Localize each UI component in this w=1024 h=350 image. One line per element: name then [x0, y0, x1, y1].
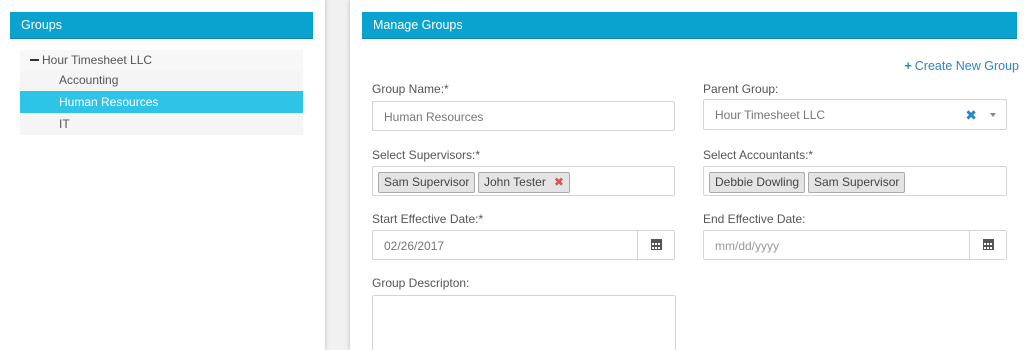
- groups-panel: Groups Hour Timesheet LLC Accounting Hum…: [0, 0, 325, 350]
- supervisor-tag[interactable]: John Tester ✖: [478, 172, 570, 193]
- accountant-tag-label: Sam Supervisor: [814, 175, 900, 189]
- calendar-icon: [983, 239, 994, 250]
- end-date-input[interactable]: mm/dd/yyyy: [703, 230, 1007, 260]
- accountant-tag-label: Debbie Dowling: [715, 175, 800, 189]
- manage-groups-panel: Manage Groups + Create New Group Group Na…: [350, 0, 1024, 350]
- supervisor-tag[interactable]: Sam Supervisor: [378, 172, 476, 193]
- manage-groups-header: Manage Groups: [362, 12, 1017, 39]
- groups-panel-header: Groups: [10, 12, 313, 39]
- create-new-group-link[interactable]: + Create New Group: [904, 59, 1019, 73]
- remove-tag-icon[interactable]: ✖: [554, 175, 564, 189]
- parent-group-select[interactable]: Hour Timesheet LLC ✖: [703, 99, 1007, 130]
- plus-icon: +: [904, 59, 912, 73]
- create-new-group-label: Create New Group: [914, 59, 1019, 73]
- end-date-placeholder: mm/dd/yyyy: [715, 239, 780, 253]
- tree-item-human-resources[interactable]: Human Resources: [20, 91, 303, 113]
- supervisors-multiselect[interactable]: Sam Supervisor John Tester ✖: [372, 166, 675, 196]
- chevron-down-icon[interactable]: [990, 113, 996, 117]
- accountant-tag[interactable]: Sam Supervisor: [808, 172, 906, 193]
- supervisor-tag-label: John Tester: [484, 175, 546, 189]
- description-label: Group Descripton:: [372, 276, 470, 290]
- end-date-label: End Effective Date:: [703, 212, 806, 226]
- accountants-label: Select Accountants:*: [703, 148, 814, 162]
- tree-item-it[interactable]: IT: [20, 113, 303, 135]
- groups-panel-title: Groups: [21, 18, 62, 32]
- tree-item-accounting[interactable]: Accounting: [20, 70, 303, 91]
- group-name-label: Group Name:*: [372, 82, 449, 96]
- parent-group-label: Parent Group:: [703, 82, 779, 96]
- end-date-calendar-button[interactable]: [969, 231, 1006, 259]
- tree-item-label: Human Resources: [59, 95, 159, 109]
- start-date-input[interactable]: 02/26/2017: [372, 230, 675, 260]
- start-date-calendar-button[interactable]: [637, 231, 674, 259]
- start-date-label: Start Effective Date:*: [372, 212, 484, 226]
- tree-root-label: Hour Timesheet LLC: [42, 53, 153, 67]
- description-textarea[interactable]: [372, 295, 676, 350]
- tree-item-label: IT: [59, 117, 70, 131]
- accountants-multiselect[interactable]: Debbie Dowling Sam Supervisor: [703, 166, 1007, 196]
- parent-group-value: Hour Timesheet LLC: [715, 108, 826, 122]
- start-date-value: 02/26/2017: [384, 239, 445, 253]
- tree-item-label: Accounting: [59, 73, 119, 87]
- supervisors-label: Select Supervisors:*: [372, 148, 481, 162]
- calendar-icon: [651, 239, 662, 250]
- accountant-tag[interactable]: Debbie Dowling: [709, 172, 806, 193]
- supervisor-tag-label: Sam Supervisor: [384, 175, 470, 189]
- group-name-input[interactable]: Human Resources: [372, 101, 675, 131]
- group-name-value: Human Resources: [384, 110, 484, 124]
- group-tree: Hour Timesheet LLC Accounting Human Reso…: [20, 50, 303, 135]
- manage-groups-title: Manage Groups: [373, 18, 463, 32]
- collapse-icon[interactable]: [30, 58, 39, 61]
- clear-selection-icon[interactable]: ✖: [965, 107, 977, 124]
- tree-root-item[interactable]: Hour Timesheet LLC: [20, 50, 303, 70]
